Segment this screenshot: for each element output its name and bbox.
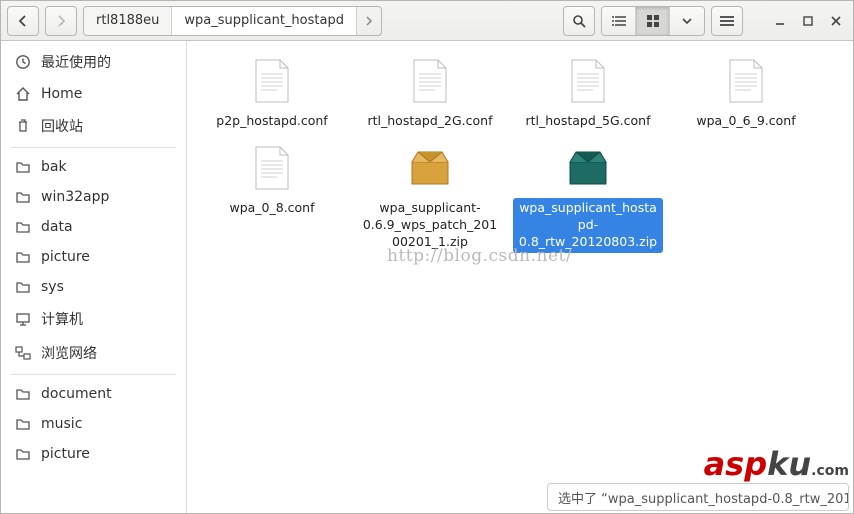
sidebar-item-label: 计算机 bbox=[41, 309, 83, 329]
body: 最近使用的 Home 回收站 bak win32app data picture sys 计算… bbox=[1, 41, 853, 513]
file-icon bbox=[722, 57, 770, 105]
file-icon bbox=[406, 144, 454, 192]
folder-icon bbox=[15, 416, 31, 432]
folder-icon bbox=[15, 189, 31, 205]
folder-icon bbox=[15, 249, 31, 265]
folder-icon bbox=[15, 386, 31, 402]
file-item[interactable]: wpa_supplicant_hostapd-0.8_rtw_20120803.… bbox=[513, 144, 663, 253]
hamburger-menu-button[interactable] bbox=[711, 6, 743, 36]
sidebar-item-label: music bbox=[41, 416, 82, 432]
sidebar-item[interactable]: 最近使用的 bbox=[1, 45, 186, 79]
sidebar-item[interactable]: music bbox=[1, 409, 186, 439]
sidebar-item[interactable]: 浏览网络 bbox=[1, 336, 186, 370]
file-label: rtl_hostapd_5G.conf bbox=[522, 111, 655, 132]
minimize-button[interactable] bbox=[769, 6, 791, 36]
icon-view[interactable]: p2p_hostapd.conf rtl_hostapd_2G.conf rtl_h… bbox=[187, 41, 853, 269]
file-item[interactable]: wpa_0_6_9.conf bbox=[671, 57, 821, 132]
folder-icon bbox=[15, 219, 31, 235]
search-button[interactable] bbox=[563, 6, 595, 36]
sidebar-item[interactable]: data bbox=[1, 212, 186, 242]
folder-icon bbox=[15, 279, 31, 295]
trash-icon bbox=[15, 118, 31, 134]
breadcrumb-segment[interactable]: rtl8188eu bbox=[84, 7, 172, 35]
sidebar-item[interactable]: sys bbox=[1, 272, 186, 302]
file-label: wpa_0_6_9.conf bbox=[692, 111, 799, 132]
sidebar-item-label: 最近使用的 bbox=[41, 52, 111, 72]
sidebar-item[interactable]: Home bbox=[1, 79, 186, 109]
file-item[interactable]: wpa_0_8.conf bbox=[197, 144, 347, 253]
file-label: wpa_0_8.conf bbox=[225, 198, 318, 219]
sidebar-item-label: picture bbox=[41, 249, 90, 265]
close-button[interactable] bbox=[825, 6, 847, 36]
folder-icon bbox=[15, 446, 31, 462]
file-icon bbox=[248, 57, 296, 105]
sidebar-item-label: data bbox=[41, 219, 73, 235]
sidebar-item[interactable]: 计算机 bbox=[1, 302, 186, 336]
sidebar-item[interactable]: bak bbox=[1, 152, 186, 182]
brand-watermark: aspku.com bbox=[704, 445, 849, 483]
file-manager-window: rtl8188eu wpa_supplicant_hostapd bbox=[0, 0, 854, 514]
view-options-button[interactable] bbox=[670, 7, 704, 35]
sidebar-item[interactable]: win32app bbox=[1, 182, 186, 212]
file-item[interactable]: rtl_hostapd_2G.conf bbox=[355, 57, 505, 132]
status-text: 选中了 “wpa_supplicant_hostapd-0.8_rtw_2012… bbox=[558, 488, 849, 507]
sidebar-item[interactable]: 回收站 bbox=[1, 109, 186, 143]
watermark-text: http://blog.csdn.net/ bbox=[387, 246, 572, 266]
sidebar-item-label: picture bbox=[41, 446, 90, 462]
file-icon bbox=[248, 144, 296, 192]
file-item[interactable]: wpa_supplicant-0.6.9_wps_patch_20100201_… bbox=[355, 144, 505, 253]
sidebar-item[interactable]: document bbox=[1, 379, 186, 409]
breadcrumb: rtl8188eu wpa_supplicant_hostapd bbox=[83, 6, 382, 36]
sidebar-item-label: 回收站 bbox=[41, 116, 83, 136]
file-label: wpa_supplicant_hostapd-0.8_rtw_20120803.… bbox=[513, 198, 663, 253]
breadcrumb-more-button[interactable] bbox=[357, 7, 381, 35]
home-icon bbox=[15, 86, 31, 102]
file-icon bbox=[406, 57, 454, 105]
file-label: wpa_supplicant-0.6.9_wps_patch_20100201_… bbox=[355, 198, 505, 253]
sidebar-item-label: Home bbox=[41, 86, 82, 102]
forward-button[interactable] bbox=[45, 6, 77, 36]
folder-icon bbox=[15, 159, 31, 175]
back-button[interactable] bbox=[7, 6, 39, 36]
sidebar-item-label: win32app bbox=[41, 189, 109, 205]
file-item[interactable]: rtl_hostapd_5G.conf bbox=[513, 57, 663, 132]
maximize-button[interactable] bbox=[797, 6, 819, 36]
sidebar-item[interactable]: picture bbox=[1, 242, 186, 272]
sidebar: 最近使用的 Home 回收站 bak win32app data picture sys 计算… bbox=[1, 41, 187, 513]
list-view-button[interactable] bbox=[602, 7, 636, 35]
toolbar: rtl8188eu wpa_supplicant_hostapd bbox=[1, 1, 853, 41]
sidebar-item-label: document bbox=[41, 386, 112, 402]
status-bar: 选中了 “wpa_supplicant_hostapd-0.8_rtw_2012… bbox=[547, 483, 849, 511]
content-area: p2p_hostapd.conf rtl_hostapd_2G.conf rtl_h… bbox=[187, 41, 853, 513]
view-switcher bbox=[601, 6, 705, 36]
breadcrumb-segment[interactable]: wpa_supplicant_hostapd bbox=[172, 7, 357, 35]
file-icon bbox=[564, 144, 612, 192]
sidebar-item-label: 浏览网络 bbox=[41, 343, 97, 363]
computer-icon bbox=[15, 311, 31, 327]
file-label: p2p_hostapd.conf bbox=[212, 111, 331, 132]
clock-icon bbox=[15, 54, 31, 70]
file-label: rtl_hostapd_2G.conf bbox=[364, 111, 497, 132]
icon-view-button[interactable] bbox=[636, 7, 670, 35]
file-item[interactable]: p2p_hostapd.conf bbox=[197, 57, 347, 132]
sidebar-item[interactable]: picture bbox=[1, 439, 186, 469]
file-icon bbox=[564, 57, 612, 105]
sidebar-item-label: sys bbox=[41, 279, 64, 295]
network-icon bbox=[15, 345, 31, 361]
sidebar-item-label: bak bbox=[41, 159, 67, 175]
